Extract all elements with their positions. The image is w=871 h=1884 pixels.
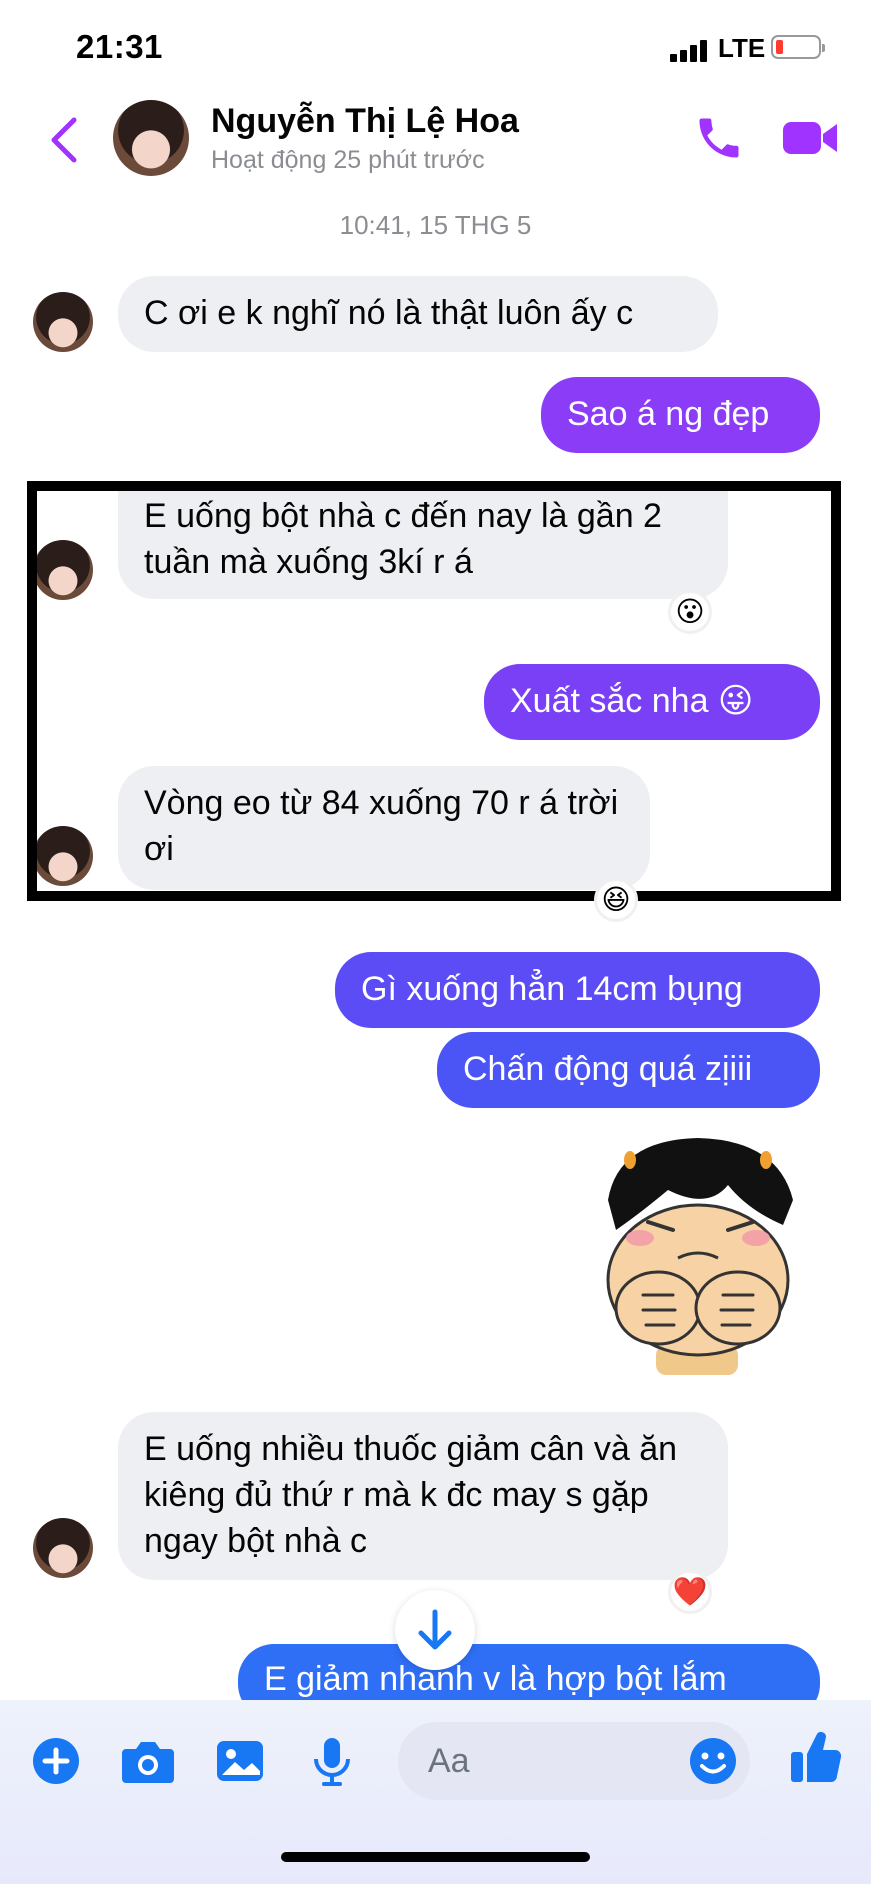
- status-time: 21:31: [76, 28, 163, 65]
- message-outgoing[interactable]: Chấn động quá zịiii: [437, 1032, 820, 1108]
- microphone-icon[interactable]: [306, 1735, 358, 1787]
- message-incoming[interactable]: C ơi e k nghĩ nó là thật luôn ấy c: [118, 276, 718, 352]
- sticker-image[interactable]: [578, 1130, 818, 1385]
- emoji-icon[interactable]: [688, 1736, 738, 1786]
- gallery-icon[interactable]: [214, 1735, 266, 1787]
- message-composer: Aa: [0, 1700, 871, 1884]
- message-input[interactable]: Aa: [398, 1722, 750, 1800]
- contact-status: Hoạt động 25 phút trước: [211, 146, 485, 174]
- chat-header: Nguyễn Thị Lệ Hoa Hoạt động 25 phút trướ…: [0, 90, 871, 190]
- video-camera-icon[interactable]: [781, 112, 839, 164]
- battery-icon: [771, 35, 825, 59]
- chat-timestamp: 10:41, 15 THG 5: [339, 210, 532, 240]
- home-indicator[interactable]: [281, 1852, 590, 1862]
- reaction-badge[interactable]: ❤️: [668, 1570, 712, 1614]
- contact-avatar-small[interactable]: [33, 292, 93, 352]
- network-label: LTE: [718, 33, 766, 63]
- message-incoming[interactable]: E uống nhiều thuốc giảm cân và ăn kiêng …: [118, 1412, 728, 1580]
- contact-avatar[interactable]: [113, 100, 189, 176]
- contact-avatar-small[interactable]: [33, 1518, 93, 1578]
- message-outgoing[interactable]: Sao á ng đẹp: [541, 377, 820, 453]
- arrow-down-icon[interactable]: [395, 1590, 475, 1670]
- message-input-placeholder: Aa: [428, 1742, 470, 1780]
- contact-name[interactable]: Nguyễn Thị Lệ Hoa: [211, 102, 519, 141]
- status-bar: 21:31 LTE: [0, 0, 871, 100]
- signal-icon: [670, 38, 710, 62]
- thumbs-up-icon[interactable]: [789, 1728, 843, 1786]
- camera-icon[interactable]: [120, 1735, 176, 1787]
- plus-icon[interactable]: [30, 1735, 82, 1787]
- back-chevron-icon[interactable]: [40, 110, 90, 170]
- reaction-badge[interactable]: 😆: [594, 878, 638, 922]
- phone-icon[interactable]: [693, 112, 745, 164]
- highlight-frame: [27, 481, 841, 901]
- message-outgoing[interactable]: Gì xuống hẳn 14cm bụng: [335, 952, 820, 1028]
